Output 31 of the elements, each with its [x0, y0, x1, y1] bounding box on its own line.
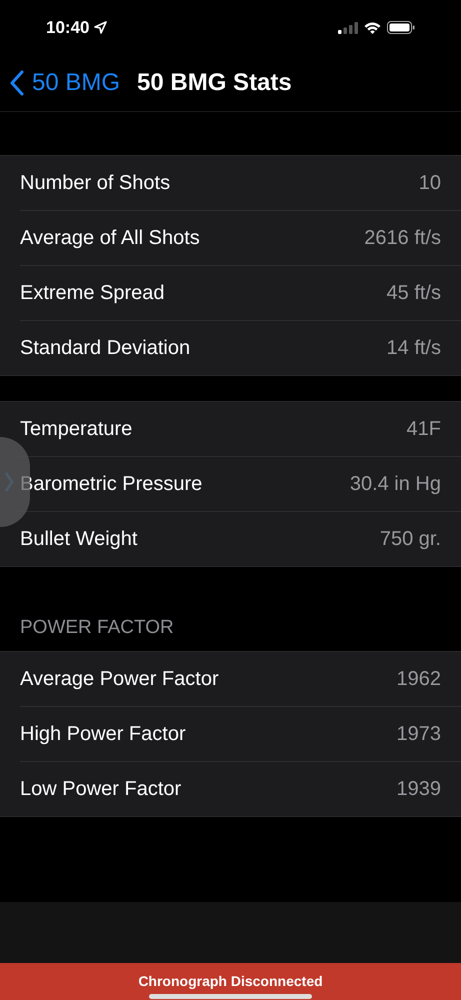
- stat-label: Average of All Shots: [20, 226, 201, 250]
- back-button[interactable]: 50 BMG: [10, 69, 120, 97]
- stat-value: 1973: [396, 722, 441, 746]
- stat-label: Standard Deviation: [20, 336, 192, 360]
- stat-value: 30.4 in Hg: [350, 472, 441, 496]
- connection-status: Chronograph Disconnected: [138, 973, 323, 989]
- stat-value: 750 gr.: [380, 528, 441, 550]
- chevron-right-icon: [4, 471, 14, 493]
- stat-value: 10: [418, 172, 441, 194]
- clock-time: 10:40: [46, 18, 90, 38]
- back-chevron-icon: [10, 70, 24, 96]
- stat-value: 14 ft/s: [386, 336, 441, 360]
- stat-value: 45 ft/s: [386, 282, 441, 304]
- stat-value: 41F: [406, 418, 441, 440]
- stat-value: 2616 ft/s: [364, 226, 441, 250]
- stat-label: Bullet Weight: [20, 528, 138, 550]
- wifi-icon: [364, 22, 381, 34]
- signal-icon: [338, 22, 358, 34]
- battery-icon: [387, 21, 415, 34]
- stat-label: High Power Factor: [20, 722, 187, 746]
- stat-value: 1962: [396, 668, 441, 690]
- screen-title: 50 BMG Stats: [137, 69, 292, 97]
- stat-label: Barometric Pressure: [20, 472, 204, 496]
- stat-label: Average Power Factor: [20, 668, 220, 690]
- location-arrow-icon: [94, 21, 108, 34]
- stat-label: Low Power Factor: [20, 778, 182, 800]
- stat-label: Temperature: [20, 418, 134, 440]
- stat-value: 1939: [396, 778, 441, 800]
- stat-label: Extreme Spread: [20, 282, 166, 304]
- stat-label: Number of Shots: [20, 172, 172, 194]
- section-header: POWER FACTOR: [19, 617, 175, 640]
